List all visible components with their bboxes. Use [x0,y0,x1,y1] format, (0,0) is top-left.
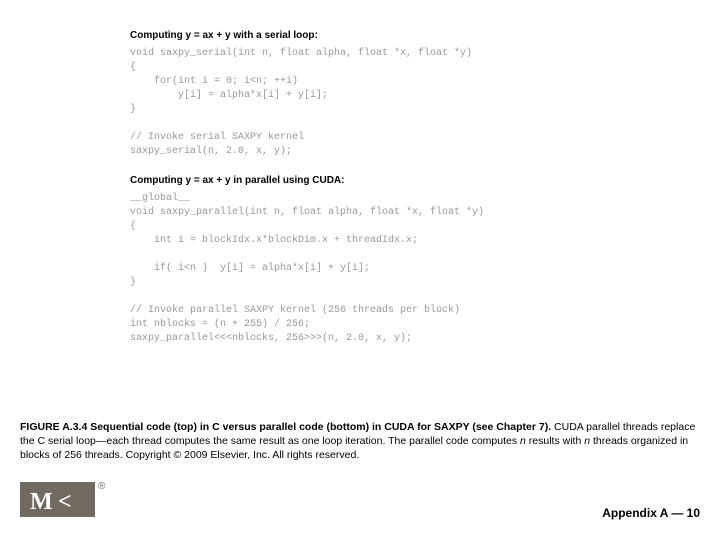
svg-text:M: M [30,489,53,515]
slide-page: Computing y = ax + y with a serial loop:… [0,0,720,540]
caption-title: FIGURE A.3.4 Sequential code (top) in C … [20,421,551,433]
page-footer: Appendix A — 10 [602,506,700,520]
code-area: Computing y = ax + y with a serial loop:… [130,30,680,346]
serial-code-block: void saxpy_serial(int n, float alpha, fl… [130,47,680,159]
svg-text:<: < [58,489,72,515]
caption-body-mid: results with [526,435,584,447]
publisher-logo: M < ® [20,477,115,522]
parallel-section-title: Computing y = ax + y in parallel using C… [130,175,680,186]
figure-caption: FIGURE A.3.4 Sequential code (top) in C … [20,420,700,463]
mk-logo-icon: M < ® [20,477,115,522]
serial-section-title: Computing y = ax + y with a serial loop: [130,30,680,41]
parallel-code-block: __global__ void saxpy_parallel(int n, fl… [130,192,680,346]
svg-text:®: ® [98,481,106,492]
